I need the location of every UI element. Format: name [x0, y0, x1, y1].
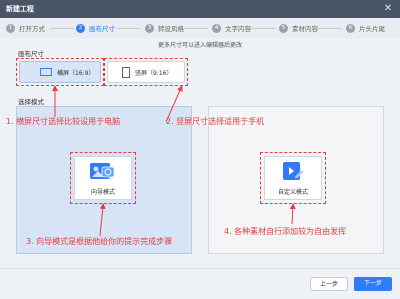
- annotation-2: 2. 竖屏尺寸选择适用于手机: [166, 117, 265, 126]
- annotation-3: 3. 向导模式是根据他给你的提示完成步骤: [26, 237, 173, 246]
- next-button[interactable]: 下一步: [354, 277, 392, 291]
- prev-button[interactable]: 上一步: [310, 277, 348, 291]
- annotation-1: 1. 横屏尺寸选择比较设用于电脑: [6, 117, 121, 126]
- annotation-arrows: [52, 85, 296, 237]
- annotation-4: 4. 各种素材自行添加较为自由发挥: [224, 227, 347, 236]
- arrow-3: [99, 203, 106, 237]
- arrow-4: [289, 203, 296, 225]
